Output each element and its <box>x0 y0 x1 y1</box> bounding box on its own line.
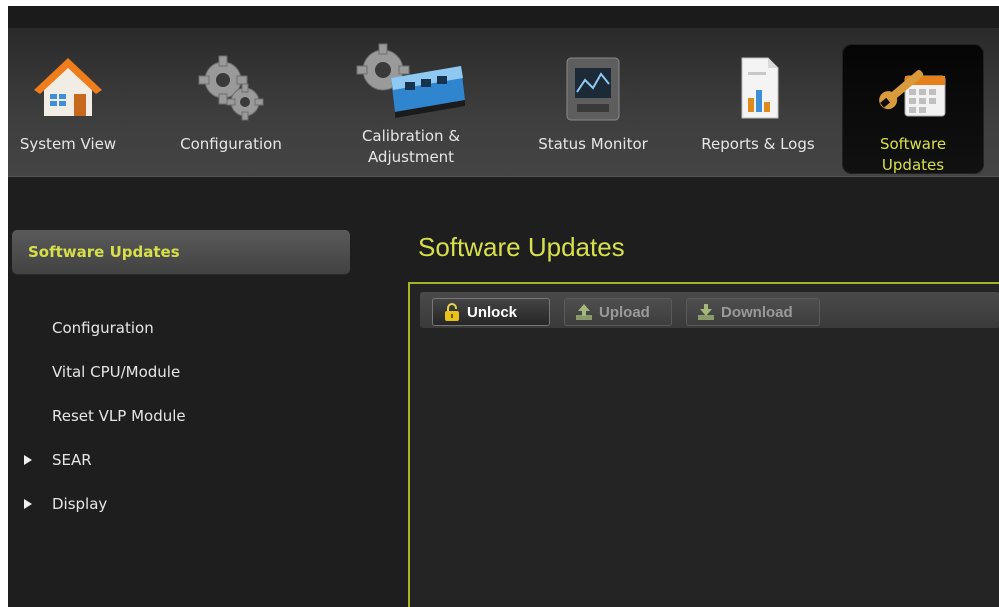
upload-icon <box>575 303 593 321</box>
upload-label: Upload <box>599 303 650 321</box>
toolbar-configuration[interactable]: Configuration <box>166 28 296 176</box>
sidebar-item-sear[interactable]: SEAR <box>8 448 348 492</box>
download-button[interactable]: Download <box>686 298 820 326</box>
house-icon <box>30 50 106 126</box>
toolbar-software-updates[interactable]: Software Updates <box>842 28 984 176</box>
page-title: Software Updates <box>418 232 625 262</box>
sidebar-list: Configuration Vital CPU/Module Reset VLP… <box>8 316 348 536</box>
monitor-icon <box>555 50 631 126</box>
main-toolbar: System View Configuration Calibration & … <box>8 28 999 177</box>
gears-icon <box>193 50 269 126</box>
software-updates-panel: Unlock Upload Download <box>408 282 999 607</box>
sidebar-item-reset-vlp-module[interactable]: Reset VLP Module <box>8 404 348 448</box>
unlock-button[interactable]: Unlock <box>432 298 550 326</box>
sidebar-item-label: Reset VLP Module <box>52 407 186 425</box>
toolbar-reports-logs[interactable]: Reports & Logs <box>688 28 828 176</box>
app-window: System View Configuration Calibration & … <box>8 6 999 607</box>
unlock-label: Unlock <box>467 303 518 321</box>
toolbar-status-monitor[interactable]: Status Monitor <box>518 28 668 176</box>
toolbar-label: System View <box>19 135 117 153</box>
sidebar-item-vital-cpu-module[interactable]: Vital CPU/Module <box>8 360 348 404</box>
sidebar-item-display[interactable]: Display <box>8 492 348 536</box>
sidebar-item-label: Vital CPU/Module <box>52 363 181 381</box>
expand-arrow-icon[interactable] <box>24 455 32 465</box>
toolbar-label: Reports & Logs <box>701 135 815 153</box>
train-gear-icon <box>353 42 469 126</box>
padlock-icon <box>443 303 461 321</box>
download-icon <box>697 303 715 321</box>
toolbar-label: Calibration & Adjustment <box>361 127 461 166</box>
sidebar-header: Software Updates <box>12 230 350 274</box>
title-bar <box>8 6 999 28</box>
toolbar-label: Configuration <box>180 135 282 153</box>
action-bar: Unlock Upload Download <box>420 292 999 328</box>
expand-arrow-icon[interactable] <box>24 499 32 509</box>
report-document-icon <box>720 50 796 126</box>
sidebar-item-label: Display <box>52 495 108 513</box>
sidebar-item-label: SEAR <box>52 451 92 469</box>
toolbar-calibration[interactable]: Calibration & Adjustment <box>338 28 484 176</box>
wrench-calendar-icon <box>875 50 951 126</box>
sidebar-item-configuration[interactable]: Configuration <box>8 316 348 360</box>
sidebar-item-label: Configuration <box>52 319 154 337</box>
toolbar-label: Software Updates <box>879 135 947 174</box>
upload-button[interactable]: Upload <box>564 298 672 326</box>
toolbar-label: Status Monitor <box>538 135 648 153</box>
toolbar-system-view[interactable]: System View <box>8 28 130 176</box>
download-label: Download <box>721 303 793 321</box>
